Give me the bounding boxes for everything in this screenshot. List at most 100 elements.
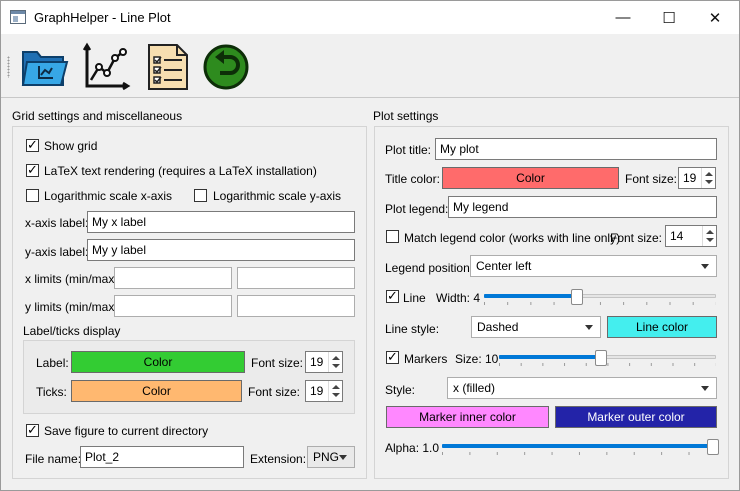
plot-legend-label: Plot legend:: [385, 202, 449, 216]
x-limit-max-input[interactable]: [237, 267, 355, 289]
slider-fill: [484, 294, 577, 298]
close-button[interactable]: ✕: [692, 1, 738, 34]
open-folder-icon[interactable]: [19, 42, 69, 92]
show-grid-checkbox[interactable]: [26, 137, 39, 153]
x-limits-label: x limits (min/max): [25, 272, 119, 286]
alpha-slider[interactable]: [442, 436, 719, 458]
slider-handle[interactable]: [571, 289, 583, 305]
label-font-size-spinbox[interactable]: 19: [305, 351, 343, 373]
chevron-down-icon: [701, 264, 709, 269]
log-x-label: Logarithmic scale x-axis: [44, 189, 173, 203]
y-limit-max-input[interactable]: [237, 295, 355, 317]
chevron-down-icon: [585, 325, 593, 330]
x-axis-label-label: x-axis label:: [25, 216, 89, 230]
plot-legend-input[interactable]: My legend: [448, 196, 717, 218]
line-plot-icon[interactable]: [81, 42, 131, 92]
plot-title-input[interactable]: My plot: [435, 138, 717, 160]
ticks-font-size-value: 19: [310, 384, 324, 398]
line-checkbox[interactable]: [386, 288, 399, 304]
marker-outer-color-button[interactable]: Marker outer color: [555, 406, 717, 428]
extension-dropdown[interactable]: PNG: [307, 446, 355, 468]
match-legend-label: Match legend color (works with line only…: [404, 231, 621, 245]
legend-font-size-spinbox[interactable]: 14: [665, 225, 717, 247]
ticks-color-button[interactable]: Color: [71, 380, 242, 402]
marker-inner-color-button[interactable]: Marker inner color: [386, 406, 549, 428]
slider-handle[interactable]: [707, 439, 719, 455]
marker-style-dropdown[interactable]: x (filled): [447, 377, 717, 399]
title-font-size-value: 19: [683, 171, 697, 185]
y-axis-label-label: y-axis label:: [25, 245, 89, 259]
slider-ticks: [484, 302, 716, 305]
extension-label: Extension:: [250, 452, 307, 466]
x-limit-min-input[interactable]: [114, 267, 232, 289]
ticks-font-size-arrows[interactable]: [328, 381, 342, 401]
log-x-checkbox[interactable]: [26, 189, 39, 202]
y-limit-min-input[interactable]: [114, 295, 232, 317]
file-name-label: File name:: [25, 452, 82, 466]
slider-fill: [499, 355, 601, 359]
line-width-label: Width: 4: [436, 291, 481, 305]
label-color-button[interactable]: Color: [71, 351, 245, 373]
alpha-label: Alpha: 1.0: [385, 441, 440, 455]
match-legend-checkbox[interactable]: [386, 230, 399, 243]
label-color-label: Label:: [36, 356, 69, 370]
title-color-button[interactable]: Color: [442, 167, 619, 189]
legend-position-label: Legend position:: [385, 261, 474, 275]
title-font-size-arrows[interactable]: [701, 168, 715, 188]
chevron-down-icon: [339, 455, 347, 460]
ticks-font-size-spinbox[interactable]: 19: [305, 380, 343, 402]
main-window: GraphHelper - Line Plot — ☐ ✕ Grid setti…: [0, 0, 740, 491]
y-limits-label: y limits (min/max): [25, 300, 119, 314]
marker-style-value: x (filled): [453, 381, 496, 395]
show-grid-label: Show grid: [44, 139, 98, 153]
title-font-size-spinbox[interactable]: 19: [678, 167, 716, 189]
line-style-value: Dashed: [477, 320, 519, 334]
x-axis-label-input[interactable]: My x label: [87, 211, 355, 233]
save-figure-checkbox[interactable]: [26, 422, 39, 438]
title-bar: GraphHelper - Line Plot — ☐ ✕: [1, 1, 739, 34]
legend-position-dropdown[interactable]: Center left: [470, 255, 717, 277]
ticks-color-label: Ticks:: [36, 385, 67, 399]
toolbar-grip[interactable]: [7, 56, 10, 78]
extension-value: PNG: [313, 450, 340, 464]
slider-ticks: [499, 363, 716, 366]
legend-font-size-label: Font size:: [610, 231, 663, 245]
legend-font-size-arrows[interactable]: [702, 226, 716, 246]
app-window-icon: [10, 10, 26, 24]
save-figure-label: Save figure to current directory: [44, 424, 209, 438]
line-color-button[interactable]: Line color: [607, 316, 717, 338]
markers-size-label: Size: 10: [455, 352, 499, 366]
markers-checkbox[interactable]: [386, 349, 399, 365]
title-color-label: Title color:: [385, 172, 440, 186]
back-arrow-icon[interactable]: [201, 42, 251, 92]
style-label: Style:: [385, 383, 416, 397]
markers-label: Markers: [404, 352, 448, 366]
slider-fill: [442, 444, 713, 448]
label-ticks-title: Label/ticks display: [23, 324, 121, 338]
plot-settings-title: Plot settings: [373, 109, 439, 123]
latex-checkbox[interactable]: [26, 162, 39, 178]
label-font-size-value: 19: [310, 355, 324, 369]
checklist-icon[interactable]: [143, 42, 193, 92]
line-style-dropdown[interactable]: Dashed: [471, 316, 601, 338]
minimize-button[interactable]: —: [600, 1, 646, 34]
marker-size-slider[interactable]: [499, 347, 716, 369]
log-y-label: Logarithmic scale y-axis: [213, 189, 342, 203]
ticks-font-size-label: Font size:: [248, 385, 301, 399]
log-y-checkbox[interactable]: [194, 189, 207, 202]
line-width-slider[interactable]: [484, 286, 716, 308]
line-label: Line: [403, 291, 426, 305]
label-font-size-label: Font size:: [251, 356, 304, 370]
y-axis-label-input[interactable]: My y label: [87, 239, 355, 261]
chevron-down-icon: [701, 386, 709, 391]
plot-title-label: Plot title:: [385, 143, 432, 157]
label-font-size-arrows[interactable]: [328, 352, 342, 372]
window-title: GraphHelper - Line Plot: [34, 10, 171, 25]
maximize-button[interactable]: ☐: [646, 1, 692, 34]
line-style-label: Line style:: [385, 322, 440, 336]
latex-label: LaTeX text rendering (requires a LaTeX i…: [44, 164, 317, 178]
slider-handle[interactable]: [595, 350, 607, 366]
toolbar: [1, 34, 739, 98]
file-name-input[interactable]: Plot_2: [80, 446, 244, 468]
grid-settings-title: Grid settings and miscellaneous: [12, 109, 183, 123]
